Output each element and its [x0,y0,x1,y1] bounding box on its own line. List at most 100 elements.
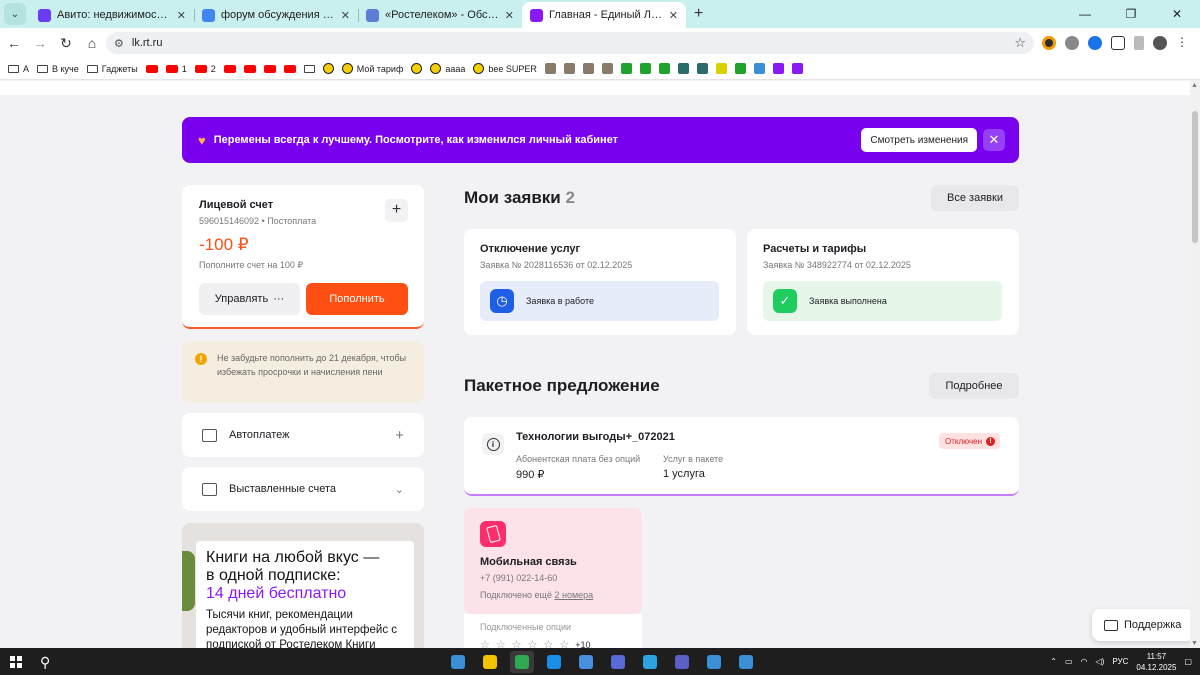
tab-close-icon[interactable]: ✕ [669,9,678,22]
plus-icon[interactable]: + [395,427,404,444]
maximize-button[interactable]: ❐ [1108,7,1154,21]
package-card[interactable]: i Технологии выгоды+_072021 Отключен ! А… [464,417,1019,496]
bookmark-item[interactable] [145,64,158,73]
back-icon[interactable]: ← [2,35,26,51]
language-indicator[interactable]: РУС [1112,657,1128,666]
taskbar-app-icon[interactable] [478,651,502,673]
bookmark-item[interactable] [658,63,670,74]
bookmark-item[interactable] [601,63,613,74]
request-number: Заявка № 2028116536 от 02.12.2025 [480,260,633,270]
bookmark-item[interactable] [715,63,727,74]
sidepanel-icon[interactable] [1134,36,1144,50]
taskbar-app-icon[interactable] [606,651,630,673]
bookmark-item[interactable] [677,63,689,74]
invoices-row[interactable]: Выставленные счета ⌄ [182,467,424,511]
notifications-icon[interactable]: ▢ [1184,657,1192,666]
extension-icon[interactable] [1088,36,1102,50]
extension-icon[interactable] [1042,36,1056,50]
manage-button[interactable]: Управлять ··· [199,283,300,315]
bookmark-item[interactable]: аааа [430,63,465,74]
browser-tab[interactable]: «Ростелеком» - Обсуждение к ✕ [358,2,522,28]
see-changes-button[interactable]: Смотреть изменения [861,128,977,152]
bookmark-star-icon[interactable]: ☆ [1014,35,1026,51]
tab-close-icon[interactable]: ✕ [341,9,350,22]
scrollbar[interactable]: ▲ ▼ [1190,81,1200,648]
bookmark-item[interactable] [639,63,651,74]
tab-close-icon[interactable]: ✕ [505,9,514,22]
tab-close-icon[interactable]: ✕ [177,9,186,22]
search-icon[interactable]: ⚲ [40,654,56,670]
bookmark-item[interactable] [544,63,556,74]
forward-icon[interactable]: → [28,35,52,51]
bookmark-item[interactable] [753,63,765,74]
books-promo[interactable]: Книги на любой вкус — в одной подписке: … [182,523,424,648]
topup-button[interactable]: Пополнить [306,283,408,315]
scrollbar-thumb[interactable] [1192,111,1198,243]
scroll-up-icon[interactable]: ▲ [1191,82,1198,89]
autopay-row[interactable]: Автоплатеж + [182,413,424,457]
bookmark-item[interactable] [223,64,236,73]
bookmark-item[interactable] [791,63,803,74]
request-card[interactable]: Расчеты и тарифы Заявка № 348922774 от 0… [747,229,1019,335]
chevron-down-icon[interactable]: ⌄ [395,483,404,496]
browser-tab[interactable]: Авито: недвижимость, транспорт ✕ [30,2,194,28]
bookmark-item[interactable] [620,63,632,74]
extension-icon[interactable] [1065,36,1079,50]
avatar[interactable] [1153,36,1167,50]
wifi-icon[interactable]: ◠ [1081,657,1088,666]
bookmark-item[interactable] [243,64,256,73]
taskbar-app-icon[interactable] [670,651,694,673]
more-numbers-link[interactable]: 2 номера [554,590,593,600]
more-button[interactable]: Подробнее [929,373,1019,399]
add-account-button[interactable]: + [385,199,408,222]
taskbar-app-icon[interactable] [542,651,566,673]
taskbar-app-icon[interactable] [574,651,598,673]
beeline-icon [430,63,442,74]
tab-search-button[interactable]: ⌄ [4,3,26,25]
close-icon[interactable]: ✕ [983,129,1005,151]
taskbar-app-icon[interactable] [734,651,758,673]
close-window-button[interactable]: ✕ [1154,7,1200,21]
volume-icon[interactable]: ◁) [1096,657,1105,666]
mobile-card[interactable]: Мобильная связь +7 (991) 022-14-60 Подкл… [464,508,642,614]
bookmark-item[interactable] [582,63,594,74]
puzzle-icon[interactable] [1111,36,1125,50]
reload-icon[interactable]: ↻ [54,35,78,52]
bookmark-item[interactable] [411,63,423,74]
browser-tab[interactable]: форум обсуждения операторов ✕ [194,2,358,28]
browser-tab[interactable]: Главная - Единый Личный Каб ✕ [522,2,686,28]
minimize-button[interactable]: — [1062,7,1108,21]
bookmark-item[interactable] [263,64,276,73]
bookmark-item[interactable]: 2 [194,64,216,74]
windows-start-icon[interactable] [10,656,22,668]
bookmark-item[interactable]: 1 [165,64,187,74]
chevron-up-icon[interactable]: ⌃ [1050,657,1057,666]
network-icon[interactable]: ▭ [1065,657,1073,666]
taskbar-app-icon[interactable] [638,651,662,673]
menu-dots-icon[interactable]: ⋮ [1176,36,1188,50]
clock[interactable]: 11:57 04.12.2025 [1136,651,1176,673]
taskbar-app-icon[interactable] [446,651,470,673]
bookmark-item[interactable]: В куче [37,64,79,74]
new-tab-button[interactable]: + [694,5,703,23]
scroll-down-icon[interactable]: ▼ [1191,640,1198,647]
all-requests-button[interactable]: Все заявки [931,185,1019,211]
bookmark-item[interactable] [734,63,746,74]
support-button[interactable]: Поддержка [1092,609,1190,641]
bookmark-item[interactable]: Мой тариф [341,63,403,74]
bookmark-item[interactable] [303,64,315,73]
address-input[interactable]: ⚙ lk.rt.ru ☆ [106,32,1034,54]
bookmark-item[interactable]: bee SUPER [473,63,537,74]
request-card[interactable]: Отключение услуг Заявка № 2028116536 от … [464,229,736,335]
taskbar-app-icon[interactable] [702,651,726,673]
site-info-icon[interactable]: ⚙ [114,37,124,50]
bookmark-item[interactable] [322,63,334,74]
bookmark-item[interactable] [772,63,784,74]
home-icon[interactable]: ⌂ [80,35,104,51]
bookmark-item[interactable] [696,63,708,74]
bookmark-item[interactable]: Гаджеты [86,64,138,74]
taskbar-app-icon[interactable] [510,651,534,673]
bookmark-item[interactable] [563,63,575,74]
bookmark-item[interactable]: А [8,64,29,74]
bookmark-item[interactable] [283,64,296,73]
